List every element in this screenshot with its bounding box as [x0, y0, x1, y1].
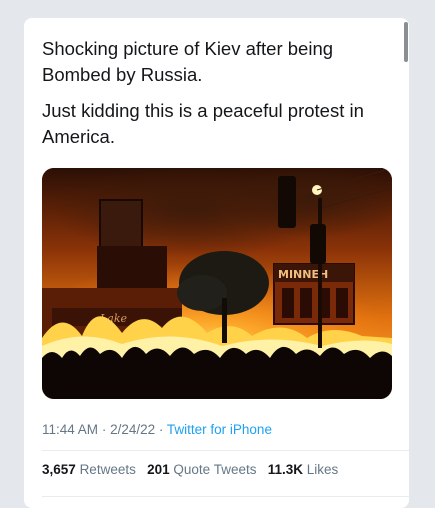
retweets-count: 3,657 [42, 462, 76, 477]
tweet-text: Shocking picture of Kiev after being Bom… [42, 36, 397, 160]
tweet-date[interactable]: 2/24/22 [110, 422, 155, 437]
divider [42, 450, 409, 451]
tweet-stats: 3,657 Retweets 201 Quote Tweets 11.3K Li… [42, 462, 338, 477]
retweets-stat[interactable]: 3,657 Retweets [42, 462, 136, 477]
likes-label: Likes [306, 462, 339, 477]
retweets-label: Retweets [79, 462, 136, 477]
tweet-paragraph-2: Just kidding this is a peaceful protest … [42, 100, 364, 147]
meta-separator: · [158, 422, 164, 437]
divider [42, 496, 409, 497]
likes-stat[interactable]: 11.3K Likes [268, 462, 339, 477]
meta-separator: · [101, 422, 107, 437]
likes-count: 11.3K [267, 462, 304, 477]
tweet-photo[interactable]: Lake MINNEH [42, 168, 392, 399]
tweet-source-link[interactable]: Twitter for iPhone [167, 422, 272, 437]
tweet-card: Shocking picture of Kiev after being Bom… [24, 18, 409, 508]
tweet-time[interactable]: 11:44 AM [42, 422, 98, 437]
scrollbar[interactable] [404, 22, 408, 62]
quote-tweets-label: Quote Tweets [173, 462, 257, 477]
quote-tweets-stat[interactable]: 201 Quote Tweets [147, 462, 256, 477]
quote-tweets-count: 201 [147, 462, 170, 477]
tweet-paragraph-1: Shocking picture of Kiev after being Bom… [42, 38, 334, 85]
tweet-meta: 11:44 AM · 2/24/22 · Twitter for iPhone [42, 422, 272, 437]
